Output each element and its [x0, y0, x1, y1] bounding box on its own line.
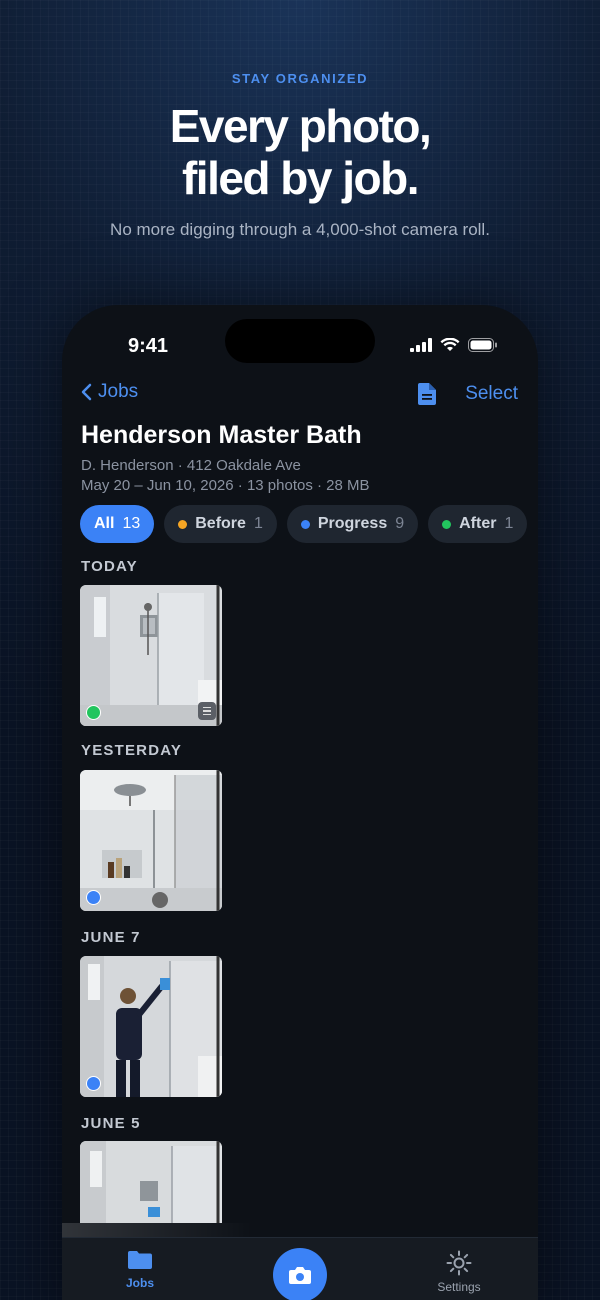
after-tag-icon	[86, 705, 101, 720]
status-time: 9:41	[128, 335, 169, 357]
job-detail-line: May 20 – Jun 10, 2026 · 13 photos · 28 M…	[81, 477, 370, 494]
tab-settings-label: Settings	[437, 1280, 481, 1294]
progress-dot-icon	[300, 519, 310, 529]
job-client-line: D. Henderson · 412 Oakdale Ave	[81, 457, 301, 474]
select-button[interactable]: Select	[465, 383, 518, 405]
cellular-signal-icon	[410, 338, 432, 352]
battery-icon	[468, 338, 497, 352]
scroll-fade	[62, 1223, 538, 1237]
camera-icon	[289, 1267, 311, 1284]
tab-bar: Jobs Settings	[62, 1237, 538, 1300]
wifi-icon	[440, 338, 460, 351]
hero-headline: Every photo, filed by job.	[0, 100, 600, 204]
hero-headline-line2: filed by job.	[181, 152, 420, 204]
hero-eyebrow: STAY ORGANIZED	[231, 71, 369, 86]
tab-settings[interactable]: Settings	[424, 1250, 494, 1294]
photo-thumbnail[interactable]	[80, 585, 222, 726]
filter-chip-after[interactable]: After 1	[428, 505, 528, 543]
section-label-june-7: JUNE 7	[81, 929, 141, 946]
after-dot-icon	[442, 519, 452, 529]
back-label: Jobs	[98, 381, 139, 402]
tab-jobs-label: Jobs	[125, 1276, 154, 1290]
hero-headline-line1: Every photo,	[169, 100, 432, 152]
filter-chip-progress[interactable]: Progress 9	[286, 505, 419, 543]
nav-bar: Jobs Select	[62, 381, 538, 411]
before-dot-icon	[178, 519, 188, 529]
dynamic-island	[225, 319, 375, 363]
job-title: Henderson Master Bath	[81, 421, 362, 449]
gear-icon	[446, 1250, 472, 1276]
progress-tag-icon	[86, 1076, 101, 1091]
filter-chip-all[interactable]: All 13	[80, 505, 155, 543]
chevron-left-icon	[81, 383, 92, 401]
folder-icon	[128, 1251, 152, 1269]
filter-chip-label: All	[94, 515, 115, 532]
filter-chip-before[interactable]: Before 1	[164, 505, 277, 543]
hero-subhead: No more digging through a 4,000-shot cam…	[110, 220, 490, 239]
section-label-june-5: JUNE 5	[81, 1115, 141, 1132]
section-label-today: TODAY	[81, 558, 138, 575]
filter-chip-count: 13	[122, 515, 141, 532]
filter-chip-label: After	[459, 515, 497, 532]
back-button[interactable]: Jobs	[80, 381, 138, 403]
progress-tag-icon	[86, 890, 101, 905]
status-icons	[410, 338, 498, 352]
filter-chip-count: 1	[504, 515, 514, 532]
photo-thumbnail[interactable]	[80, 770, 222, 911]
filter-chips: All 13 Before 1 Progress 9 After 1	[80, 505, 528, 543]
document-icon[interactable]	[418, 383, 436, 405]
filter-chip-label: Progress	[317, 515, 388, 532]
tab-jobs[interactable]: Jobs	[120, 1250, 160, 1290]
status-bar: 9:41	[62, 305, 538, 385]
filter-chip-count: 9	[395, 515, 405, 532]
filter-chip-label: Before	[195, 515, 246, 532]
photo-thumbnail[interactable]	[80, 1141, 222, 1223]
photo-thumbnail[interactable]	[80, 956, 222, 1097]
phone-screen: 9:41 Jobs Select Henderson Master Bath D…	[62, 305, 538, 1300]
note-icon	[198, 702, 216, 720]
section-label-yesterday: YESTERDAY	[81, 742, 183, 759]
filter-chip-count: 1	[253, 515, 263, 532]
camera-button[interactable]	[273, 1248, 327, 1300]
